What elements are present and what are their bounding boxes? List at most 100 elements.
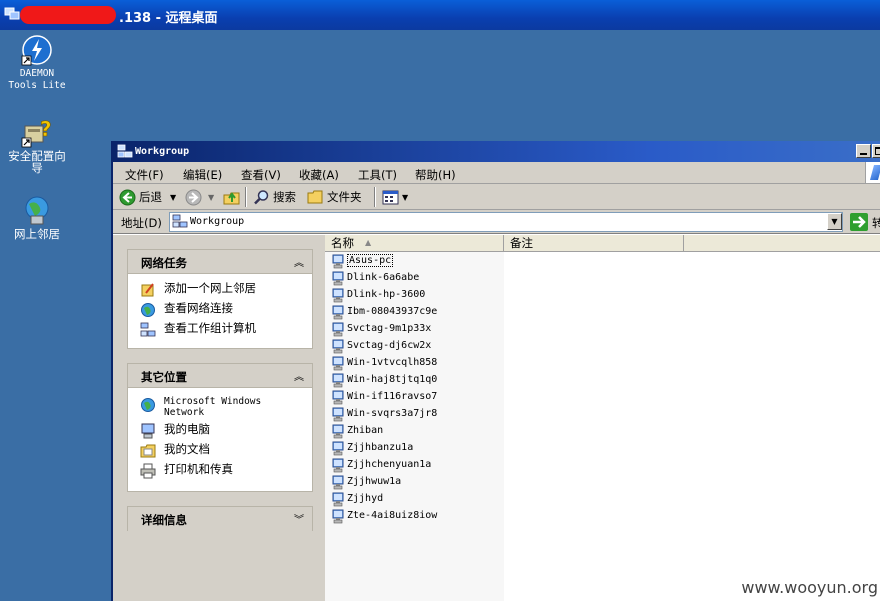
my-documents-icon xyxy=(140,444,156,458)
up-button[interactable] xyxy=(223,188,244,206)
task-label: 查看工作组计算机 xyxy=(164,321,256,335)
views-button[interactable]: ▼ xyxy=(382,188,408,206)
details-header[interactable]: 详细信息 ︾ xyxy=(128,507,312,531)
minimize-button[interactable] xyxy=(856,144,871,158)
computer-icon xyxy=(332,322,344,337)
add-network-place-icon xyxy=(141,283,154,297)
daemon-tools-icon xyxy=(21,35,52,66)
folders-button[interactable]: 文件夹 xyxy=(307,188,362,206)
network-tasks-header[interactable]: 网络任务 ︽ xyxy=(128,250,312,274)
forward-dropdown-icon[interactable]: ▼ xyxy=(208,193,214,202)
computer-icon xyxy=(332,356,344,371)
computer-name: Win-if116ravso7 xyxy=(347,391,438,402)
svg-text:?: ? xyxy=(40,117,52,141)
menu-help[interactable]: 帮助(H) xyxy=(415,167,456,183)
windows-logo-area xyxy=(865,162,880,183)
file-list: 名称 ▲ 备注 Asus-pc Dlink-6a6abe Dlink-hp-3600… xyxy=(325,235,880,601)
computer-name: Zjjhchenyuan1a xyxy=(347,459,432,470)
computer-name: Win-haj8tjtq1q0 xyxy=(347,374,438,385)
computer-name: Svctag-9m1p33x xyxy=(347,323,432,334)
computer-icon xyxy=(332,271,344,286)
computer-icon xyxy=(332,458,344,473)
computer-name: Win-1vtvcqlh858 xyxy=(347,357,438,368)
computer-icon xyxy=(332,390,344,405)
window-titlebar[interactable]: Workgroup xyxy=(113,141,880,162)
collapse-chevron-icon[interactable]: ︽ xyxy=(294,254,304,269)
menu-view[interactable]: 查看(V) xyxy=(241,167,281,183)
views-grid-icon xyxy=(382,190,399,204)
place-my-documents[interactable]: 我的文档 xyxy=(128,442,312,462)
computer-icon xyxy=(332,305,344,320)
desktop-icon-security-wizard[interactable]: ? 安全配置向 导 xyxy=(0,116,77,174)
search-label: 搜索 xyxy=(273,190,296,204)
task-view-network-connections[interactable]: 查看网络连接 xyxy=(128,301,312,321)
details-panel: 详细信息 ︾ xyxy=(127,506,313,531)
computer-name: Zhiban xyxy=(347,425,384,436)
computer-name: Asus-pc xyxy=(347,254,394,267)
task-pane: 网络任务 ︽ 添加一个网上邻居 查看网络连接 查看工作组计算机 其它位置 ︽ M… xyxy=(113,235,325,601)
panel-title: 网络任务 xyxy=(141,256,187,270)
computer-icon xyxy=(332,424,344,439)
maximize-button[interactable] xyxy=(872,144,880,158)
computer-icon xyxy=(332,339,344,354)
computer-icon xyxy=(332,407,344,422)
search-icon xyxy=(254,189,269,204)
place-label: 我的电脑 xyxy=(164,422,210,436)
search-button[interactable]: 搜索 xyxy=(253,188,296,206)
computer-name: Svctag-dj6cw2x xyxy=(347,340,432,351)
desktop-icon-label: 网上邻居 xyxy=(14,227,60,241)
computer-icon xyxy=(332,254,344,269)
computer-name: Zjjhbanzu1a xyxy=(347,442,414,453)
back-dropdown-icon[interactable]: ▼ xyxy=(170,193,176,202)
task-view-workgroup-computers[interactable]: 查看工作组计算机 xyxy=(128,321,312,341)
menu-favorites[interactable]: 收藏(A) xyxy=(299,167,339,183)
forward-button[interactable]: ▼ xyxy=(185,188,214,206)
desktop-icon-label: Tools Lite xyxy=(8,80,66,91)
desktop-icon-daemon-tools[interactable]: DAEMON Tools Lite xyxy=(0,34,77,92)
windows-network-icon xyxy=(141,398,155,412)
address-label: 地址(D) xyxy=(121,216,162,230)
security-wizard-icon: ? xyxy=(21,117,52,148)
column-header-empty xyxy=(684,235,880,252)
toolbar-separator xyxy=(245,187,247,207)
go-button[interactable] xyxy=(850,213,868,231)
computer-name: Win-svqrs3a7jr8 xyxy=(347,408,438,419)
other-places-panel: 其它位置 ︽ Microsoft Windows Network 我的电脑 我的… xyxy=(127,363,313,492)
back-label: 后退 xyxy=(139,190,162,204)
desktop-icon-label: 导 xyxy=(31,161,43,175)
place-printers-and-faxes[interactable]: 打印机和传真 xyxy=(128,462,312,482)
sort-ascending-icon: ▲ xyxy=(365,238,372,247)
address-dropdown-icon[interactable]: ▼ xyxy=(827,213,842,230)
window-title: Workgroup xyxy=(135,146,190,157)
address-input[interactable]: Workgroup xyxy=(169,212,843,232)
remote-desktop-title: .138 - 远程桌面 xyxy=(119,11,218,26)
column-header-name[interactable]: 名称 ▲ xyxy=(325,235,504,252)
expand-chevron-icon[interactable]: ︾ xyxy=(294,511,304,526)
menu-edit[interactable]: 编辑(E) xyxy=(183,167,222,183)
desktop-icon-network-neighborhood[interactable]: 网上邻居 xyxy=(0,194,77,240)
computer-icon xyxy=(332,509,344,524)
views-dropdown-icon[interactable]: ▼ xyxy=(402,193,408,202)
other-places-header[interactable]: 其它位置 ︽ xyxy=(128,364,312,388)
redacted-ip xyxy=(20,6,116,24)
task-label: 添加一个网上邻居 xyxy=(164,281,256,295)
computer-icon xyxy=(332,492,344,507)
task-add-network-place[interactable]: 添加一个网上邻居 xyxy=(128,281,312,301)
back-arrow-icon xyxy=(119,189,136,205)
collapse-chevron-icon[interactable]: ︽ xyxy=(294,368,304,383)
menu-file[interactable]: 文件(F) xyxy=(125,167,164,183)
workgroup-computers-icon xyxy=(140,322,156,337)
menu-tools[interactable]: 工具(T) xyxy=(358,167,397,183)
address-value: Workgroup xyxy=(190,216,245,227)
place-microsoft-windows-network[interactable]: Microsoft Windows Network xyxy=(128,396,312,422)
workgroup-icon xyxy=(172,214,188,228)
printer-icon xyxy=(140,463,156,479)
column-header-comment[interactable]: 备注 xyxy=(504,235,684,252)
computer-name: Ibm-08043937c9e xyxy=(347,306,438,317)
place-my-computer[interactable]: 我的电脑 xyxy=(128,422,312,442)
go-arrow-icon xyxy=(853,216,866,228)
back-button[interactable]: 后退 ▼ xyxy=(119,188,176,206)
watermark: www.wooyun.org xyxy=(741,578,878,597)
computer-name: Zjjhwuw1a xyxy=(347,476,402,487)
computer-icon xyxy=(332,441,344,456)
